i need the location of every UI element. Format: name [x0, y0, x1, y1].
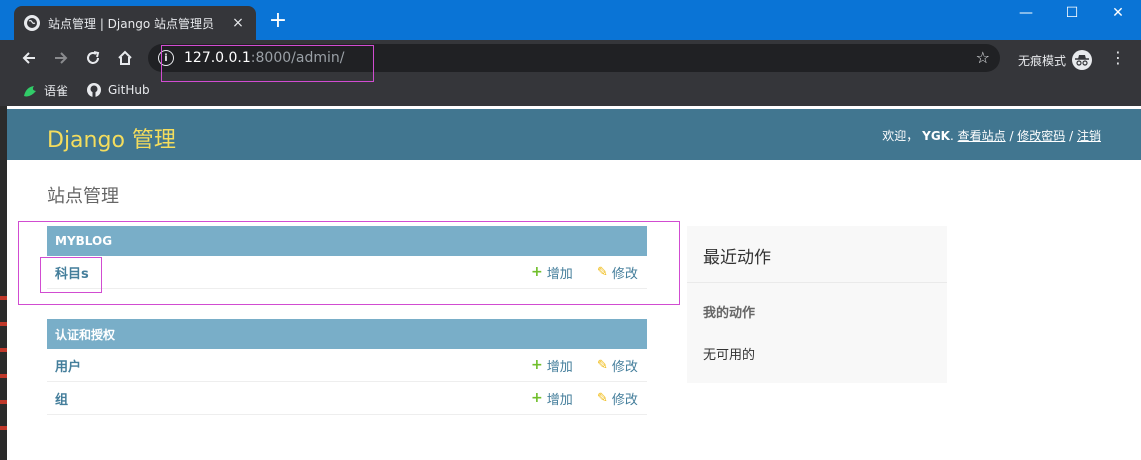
my-actions-heading: 我的动作	[703, 306, 756, 321]
recent-actions-title: 最近动作	[687, 226, 947, 283]
home-button[interactable]	[113, 46, 137, 70]
bookmark-github[interactable]: GitHub	[86, 82, 150, 98]
admin-header: Django 管理 欢迎， YGK. 查看站点 / 修改密码 / 注销	[7, 109, 1141, 160]
username: YGK	[922, 129, 950, 143]
arrow-right-icon	[55, 52, 68, 64]
pencil-icon: ✎	[597, 357, 608, 373]
view-site-link[interactable]: 查看站点	[958, 129, 1006, 143]
browser-titlebar: 站点管理 | Django 站点管理员 × + — ☐ ✕	[0, 0, 1141, 40]
model-link[interactable]: 用户	[55, 356, 531, 375]
page-title: 站点管理	[47, 186, 119, 207]
model-row: 组 + 增加 ✎ 修改	[47, 382, 647, 415]
reload-button[interactable]	[81, 46, 105, 70]
plus-icon: +	[531, 357, 543, 373]
globe-icon	[24, 15, 40, 31]
bookmark-label: GitHub	[108, 83, 150, 97]
pencil-icon: ✎	[597, 390, 608, 406]
forward-button[interactable]	[49, 46, 73, 70]
minimize-button[interactable]: —	[1003, 0, 1049, 26]
incognito-icon	[1072, 50, 1093, 70]
new-tab-button[interactable]: +	[266, 10, 290, 34]
annotation-box-model	[40, 257, 102, 293]
plus-icon: +	[531, 390, 543, 406]
logout-link[interactable]: 注销	[1077, 129, 1101, 143]
yuque-icon	[22, 83, 38, 99]
change-link[interactable]: ✎ 修改	[597, 356, 639, 375]
more-menu-icon[interactable]: ⋮	[1110, 48, 1126, 67]
change-password-link[interactable]: 修改密码	[1017, 129, 1065, 143]
model-row: 用户 + 增加 ✎ 修改	[47, 349, 647, 382]
user-tools: 欢迎， YGK. 查看站点 / 修改密码 / 注销	[882, 127, 1101, 144]
change-label: 修改	[611, 392, 638, 408]
incognito-label: 无痕模式	[1018, 53, 1067, 68]
change-label: 修改	[611, 359, 638, 375]
annotation-box-url	[161, 45, 374, 82]
separator: /	[1065, 129, 1077, 143]
app-module-auth: 认证和授权 用户 + 增加 ✎ 修改 组 + 增加 ✎ 修改	[47, 319, 647, 415]
site-branding[interactable]: Django 管理	[47, 122, 176, 154]
separator: .	[949, 129, 958, 143]
back-button[interactable]	[17, 46, 41, 70]
reload-icon	[87, 51, 100, 64]
add-link[interactable]: + 增加	[531, 389, 597, 408]
background-window-strip	[0, 106, 7, 460]
browser-tab[interactable]: 站点管理 | Django 站点管理员 ×	[14, 6, 256, 40]
add-label: 增加	[546, 392, 573, 408]
bookmark-yuque[interactable]: 语雀	[22, 82, 68, 99]
github-icon	[86, 82, 102, 98]
incognito-indicator[interactable]: 无痕模式	[1018, 50, 1093, 70]
bookmark-label: 语雀	[44, 84, 69, 98]
arrow-left-icon	[22, 52, 35, 64]
add-link[interactable]: + 增加	[531, 356, 597, 375]
add-label: 增加	[546, 359, 573, 375]
home-icon	[118, 50, 132, 65]
no-actions-text: 无可用的	[703, 348, 756, 363]
app-caption[interactable]: 认证和授权	[47, 319, 647, 349]
recent-actions-panel: 最近动作 我的动作 无可用的	[687, 226, 947, 383]
maximize-button[interactable]: ☐	[1049, 0, 1095, 26]
annotation-box-module	[18, 221, 680, 305]
tab-title: 站点管理 | Django 站点管理员	[48, 16, 214, 31]
separator: /	[1005, 129, 1018, 143]
close-window-button[interactable]: ✕	[1095, 0, 1141, 26]
change-link[interactable]: ✎ 修改	[597, 389, 639, 408]
model-link[interactable]: 组	[55, 389, 531, 408]
bookmark-star-icon[interactable]: ☆	[976, 48, 990, 67]
welcome-text: 欢迎，	[882, 129, 919, 143]
tab-close-icon[interactable]: ×	[230, 15, 246, 31]
